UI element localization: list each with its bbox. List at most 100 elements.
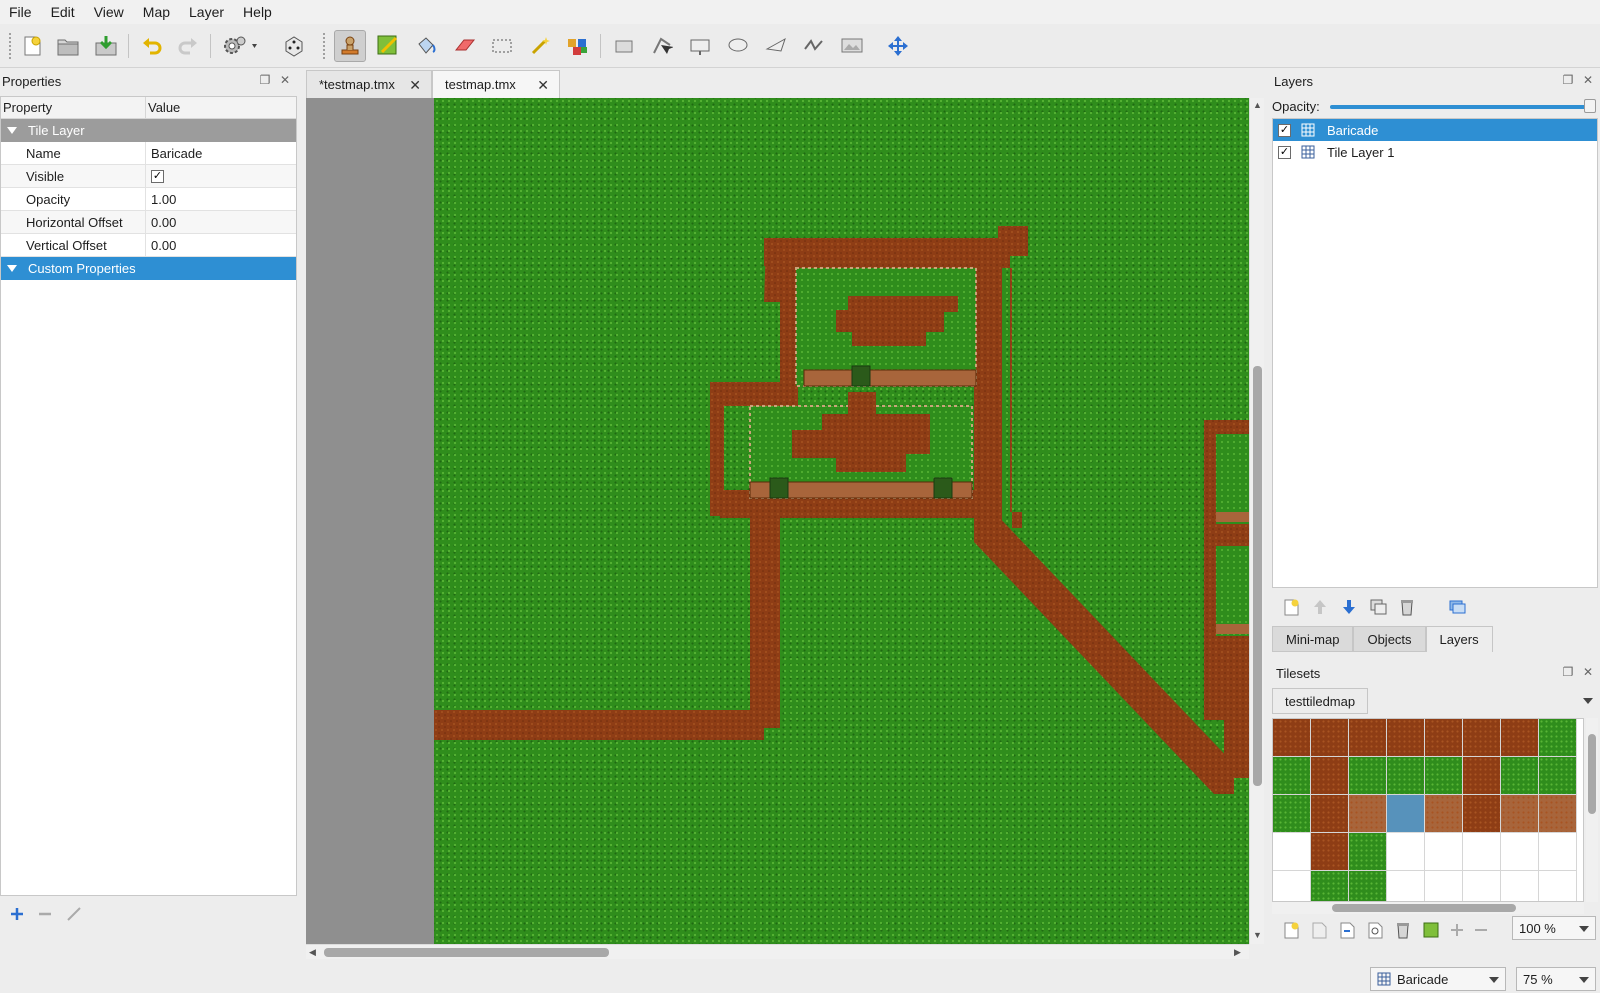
raise-layer-icon[interactable] <box>1311 598 1329 616</box>
scroll-right-icon[interactable]: ▶ <box>1234 947 1241 958</box>
stamp-brush-button[interactable] <box>334 30 366 62</box>
eraser-button[interactable] <box>448 30 480 62</box>
export-tileset-icon[interactable] <box>1338 921 1356 939</box>
tileset-tile-empty[interactable] <box>1273 871 1311 901</box>
expand-triangle-icon[interactable] <box>7 265 17 272</box>
tab-testtiledmap[interactable]: testtiledmap <box>1272 688 1369 714</box>
remove-tileset-icon[interactable] <box>1394 921 1412 939</box>
add-property-icon[interactable] <box>10 907 24 921</box>
property-row-name[interactable]: Name Baricade <box>1 142 296 165</box>
group-custom-properties[interactable]: Custom Properties <box>1 257 296 280</box>
terrain-brush-button[interactable] <box>372 30 404 62</box>
map-zoom-select[interactable]: 75 % <box>1516 967 1596 991</box>
tileset-tile-empty[interactable] <box>1501 833 1539 871</box>
layer-item-tile-layer-1[interactable]: ✓ Tile Layer 1 <box>1273 141 1597 163</box>
tileset-tile-empty[interactable] <box>1425 833 1463 871</box>
insert-rectangle-button[interactable] <box>684 30 716 62</box>
commands-button[interactable] <box>220 30 264 62</box>
tileset-tile[interactable] <box>1311 719 1349 757</box>
tileset-tile[interactable] <box>1425 795 1463 833</box>
tab-mini-map[interactable]: Mini-map <box>1272 626 1354 652</box>
open-button[interactable] <box>52 30 84 62</box>
menu-view[interactable]: View <box>89 4 129 20</box>
float-icon[interactable]: ❐ <box>259 74 271 86</box>
tileset-tile[interactable] <box>1311 871 1349 901</box>
tile-map[interactable] <box>434 98 1249 944</box>
delete-layer-icon[interactable] <box>1398 598 1416 616</box>
tileset-tile-empty[interactable] <box>1273 833 1311 871</box>
visible-checkbox[interactable]: ✓ <box>151 169 164 183</box>
tileset-tile[interactable] <box>1349 871 1387 901</box>
tileset-tile[interactable] <box>1273 757 1311 795</box>
tileset-tile[interactable] <box>1463 719 1501 757</box>
tileset-tile[interactable] <box>1539 757 1577 795</box>
toolbar-grip[interactable] <box>8 32 12 60</box>
tileset-properties-icon[interactable] <box>1366 921 1384 939</box>
tab-objects[interactable]: Objects <box>1353 626 1426 652</box>
tileset-zoom-select[interactable]: 100 % <box>1512 916 1596 940</box>
toggle-other-layers-icon[interactable] <box>1448 598 1466 616</box>
insert-polygon-button[interactable] <box>760 30 792 62</box>
close-icon[interactable]: ✕ <box>1582 666 1594 678</box>
menu-layer[interactable]: Layer <box>184 4 229 20</box>
insert-polyline-button[interactable] <box>798 30 830 62</box>
scroll-up-icon[interactable]: ▲ <box>1253 100 1262 110</box>
expand-triangle-icon[interactable] <box>7 127 17 134</box>
random-mode-button[interactable] <box>278 30 310 62</box>
rename-property-icon[interactable] <box>66 906 82 922</box>
layer-item-baricade[interactable]: ✓ Baricade <box>1273 119 1597 141</box>
opacity-slider-handle[interactable] <box>1584 99 1596 113</box>
tileset-tile-selected[interactable] <box>1387 795 1425 833</box>
tileset-tile-empty[interactable] <box>1387 871 1425 901</box>
redo-button[interactable] <box>172 30 204 62</box>
new-tileset-icon[interactable] <box>1282 921 1300 939</box>
close-tab-icon[interactable]: ✕ <box>537 77 549 94</box>
layer-visibility-checkbox[interactable]: ✓ <box>1278 123 1291 137</box>
group-tile-layer[interactable]: Tile Layer <box>1 119 296 142</box>
new-map-button[interactable] <box>16 30 48 62</box>
move-tool-button[interactable] <box>882 30 914 62</box>
select-objects-button[interactable] <box>608 30 640 62</box>
tileset-tile[interactable] <box>1463 757 1501 795</box>
insert-tile-button[interactable] <box>836 30 868 62</box>
property-row-vertical-offset[interactable]: Vertical Offset 0.00 <box>1 234 296 257</box>
tileset-tile[interactable] <box>1501 719 1539 757</box>
tileset-tile[interactable] <box>1501 757 1539 795</box>
tileset-tile-empty[interactable] <box>1387 833 1425 871</box>
undo-button[interactable] <box>136 30 168 62</box>
add-tiles-icon[interactable] <box>1450 923 1464 937</box>
map-viewport[interactable] <box>306 98 1249 944</box>
remove-tiles-icon[interactable] <box>1474 923 1488 937</box>
property-row-horizontal-offset[interactable]: Horizontal Offset 0.00 <box>1 211 296 234</box>
tileset-tile-empty[interactable] <box>1501 871 1539 901</box>
tileset-tile[interactable] <box>1387 719 1425 757</box>
tileset-tile-empty[interactable] <box>1539 871 1577 901</box>
property-row-opacity[interactable]: Opacity 1.00 <box>1 188 296 211</box>
tileset-tile[interactable] <box>1349 757 1387 795</box>
tileset-tile[interactable] <box>1425 719 1463 757</box>
scroll-down-icon[interactable]: ▼ <box>1253 930 1262 940</box>
remove-property-icon[interactable] <box>38 907 52 921</box>
menu-help[interactable]: Help <box>238 4 277 20</box>
current-layer-select[interactable]: Baricade <box>1370 967 1506 991</box>
menu-edit[interactable]: Edit <box>46 4 80 20</box>
embed-tileset-icon[interactable] <box>1310 921 1328 939</box>
layer-visibility-checkbox[interactable]: ✓ <box>1278 145 1291 159</box>
tileset-hscroll-thumb[interactable] <box>1332 904 1516 912</box>
tileset-menu-icon[interactable] <box>1582 696 1594 706</box>
float-icon[interactable]: ❐ <box>1562 74 1574 86</box>
opacity-slider[interactable] <box>1330 105 1594 109</box>
tileset-tile[interactable] <box>1349 795 1387 833</box>
tileset-tile[interactable] <box>1387 757 1425 795</box>
column-value[interactable]: Value <box>146 97 180 118</box>
tileset-tile[interactable] <box>1273 795 1311 833</box>
tab-layers[interactable]: Layers <box>1425 626 1493 652</box>
tileset-tile[interactable] <box>1311 833 1349 871</box>
tileset-vscroll-thumb[interactable] <box>1588 734 1596 814</box>
tileset-tile[interactable] <box>1539 795 1577 833</box>
close-icon[interactable]: ✕ <box>279 74 291 86</box>
horizontal-scroll-thumb[interactable] <box>324 948 609 957</box>
menu-file[interactable]: File <box>4 4 37 20</box>
tileset-horizontal-scrollbar[interactable] <box>1272 902 1584 914</box>
rect-select-button[interactable] <box>486 30 518 62</box>
